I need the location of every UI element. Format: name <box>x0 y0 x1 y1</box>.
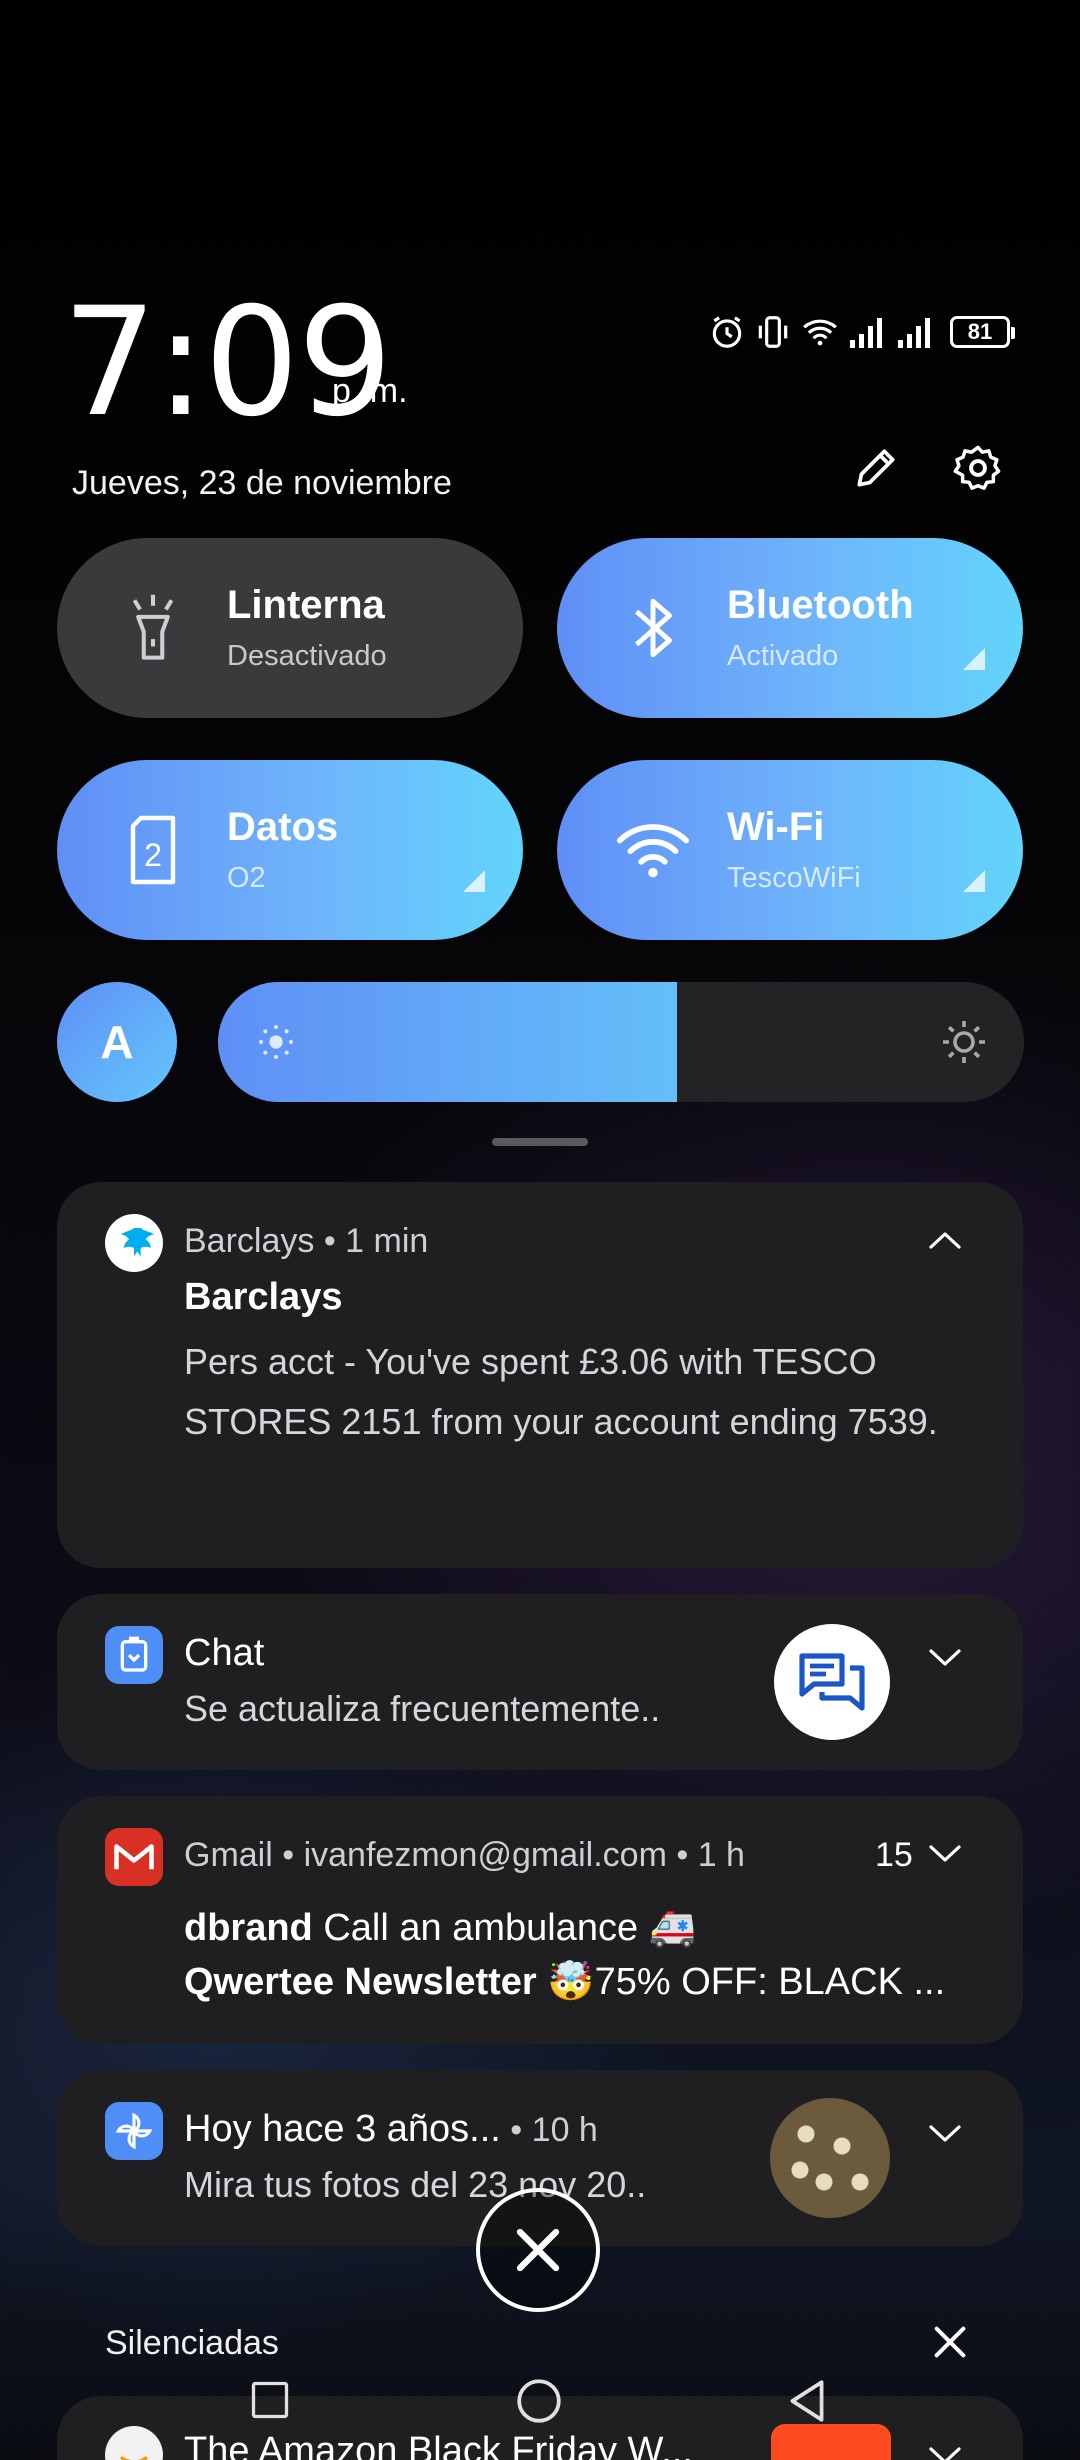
barclays-eagle-icon <box>105 1214 163 1272</box>
brightness-low-icon <box>259 1025 293 1059</box>
tile-bluetooth[interactable]: Bluetooth Activado <box>557 538 1023 718</box>
bluetooth-icon <box>613 588 693 668</box>
tile-title: Bluetooth <box>727 583 914 627</box>
battery-indicator: 81 <box>950 316 1015 348</box>
notification-body: Mira tus fotos del 23 nov 20.. <box>184 2164 647 2205</box>
pinwheel-icon <box>105 2102 163 2160</box>
notification-time: 1 min <box>345 1222 429 1260</box>
chevron-down-icon[interactable] <box>925 1834 965 1874</box>
app-name: Gmail <box>184 1836 273 1874</box>
sim-card-icon: 2 <box>113 810 193 890</box>
notification-meta: Barclays • 1 min <box>184 1222 429 1260</box>
clear-all-button[interactable] <box>476 2188 600 2312</box>
brightness-high-icon <box>943 1021 985 1063</box>
notification-gmail[interactable]: Gmail • ivanfezmon@gmail.com • 1 h 15 db… <box>57 1796 1023 2044</box>
expand-corner-icon[interactable] <box>463 870 485 892</box>
wifi-status-icon <box>803 319 837 346</box>
signal-icon <box>850 318 882 348</box>
email-sender: Qwertee Newsletter <box>184 1961 537 2003</box>
app-name: Barclays <box>184 1222 315 1260</box>
chat-bubble-icon[interactable] <box>774 1624 890 1740</box>
date-label: Jueves, 23 de noviembre <box>72 464 452 502</box>
notification-meta: Gmail • ivanfezmon@gmail.com • 1 h <box>184 1836 745 1874</box>
clock-ampm: p. m. <box>332 372 408 410</box>
chat-app-icon <box>105 1626 163 1684</box>
notification-time: 10 h <box>531 2111 598 2149</box>
tile-subtitle: TescoWiFi <box>727 862 861 894</box>
navigation-bar <box>0 2360 1080 2440</box>
tile-wifi[interactable]: Wi-Fi TescoWiFi <box>557 760 1023 940</box>
notification-title: Hoy hace 3 años... <box>184 2108 501 2150</box>
clock-time: 7:09 <box>62 276 393 450</box>
notification-body: Pers acct - You've spent £3.06 with TESC… <box>184 1341 938 1442</box>
wifi-icon <box>613 810 693 890</box>
svg-text:2: 2 <box>144 837 162 873</box>
edit-icon[interactable] <box>846 438 906 498</box>
notification-time: 1 h <box>697 1836 745 1874</box>
tile-title: Linterna <box>227 583 385 627</box>
gmail-icon <box>105 1828 163 1886</box>
email-line-2[interactable]: Qwertee Newsletter 🤯75% OFF: BLACK ... <box>184 1960 984 2004</box>
notification-chat[interactable]: Chat Se actualiza frecuentemente.. <box>57 1594 1023 1770</box>
notification-meta: Hoy hace 3 años... • 10 h <box>184 2108 598 2150</box>
tile-subtitle: O2 <box>227 862 266 894</box>
tile-title: Datos <box>227 805 339 849</box>
notification-barclays[interactable]: Barclays • 1 min Barclays Pers acct - Yo… <box>57 1182 1023 1568</box>
photo-thumbnail <box>770 2098 890 2218</box>
close-icon <box>516 2228 560 2272</box>
notification-title: Barclays <box>184 1276 343 1318</box>
tile-title: Wi-Fi <box>727 805 825 849</box>
back-triangle-icon[interactable] <box>784 2376 830 2426</box>
signal-icon-2 <box>898 318 930 348</box>
chevron-down-icon[interactable] <box>925 1638 965 1678</box>
chevron-down-icon[interactable] <box>925 2114 965 2154</box>
home-circle-icon[interactable] <box>514 2376 564 2426</box>
app-name: Chat <box>184 1632 265 1674</box>
notification-body: Se actualiza frecuentemente.. <box>184 1688 661 1729</box>
silenced-section-title: Silenciadas <box>105 2324 279 2362</box>
tile-subtitle: Activado <box>727 640 839 672</box>
alarm-icon <box>712 316 742 348</box>
email-sender: dbrand <box>184 1907 313 1949</box>
flashlight-icon <box>113 588 193 668</box>
brightness-slider[interactable] <box>218 982 1024 1102</box>
tile-subtitle: Desactivado <box>227 640 387 672</box>
drag-handle[interactable] <box>492 1138 588 1146</box>
chevron-up-icon[interactable] <box>925 1220 965 1260</box>
close-icon[interactable] <box>930 2322 970 2362</box>
expand-corner-icon[interactable] <box>963 648 985 670</box>
expand-corner-icon[interactable] <box>963 870 985 892</box>
email-subject: 🤯75% OFF: BLACK ... <box>547 1961 946 2003</box>
recents-square-icon[interactable] <box>248 2378 292 2422</box>
email-line-1[interactable]: dbrand Call an ambulance 🚑 <box>184 1906 984 1950</box>
tile-mobile-data[interactable]: 2 Datos O2 <box>57 760 523 940</box>
message-count: 15 <box>875 1836 913 1874</box>
account-email: ivanfezmon@gmail.com <box>303 1836 667 1874</box>
vibrate-icon <box>758 316 788 348</box>
settings-gear-icon[interactable] <box>948 438 1008 498</box>
tile-flashlight[interactable]: Linterna Desactivado <box>57 538 523 718</box>
auto-brightness-button[interactable]: A <box>57 982 177 1102</box>
status-bar-icons: 81 <box>708 312 1018 352</box>
email-subject: Call an ambulance 🚑 <box>323 1907 696 1949</box>
